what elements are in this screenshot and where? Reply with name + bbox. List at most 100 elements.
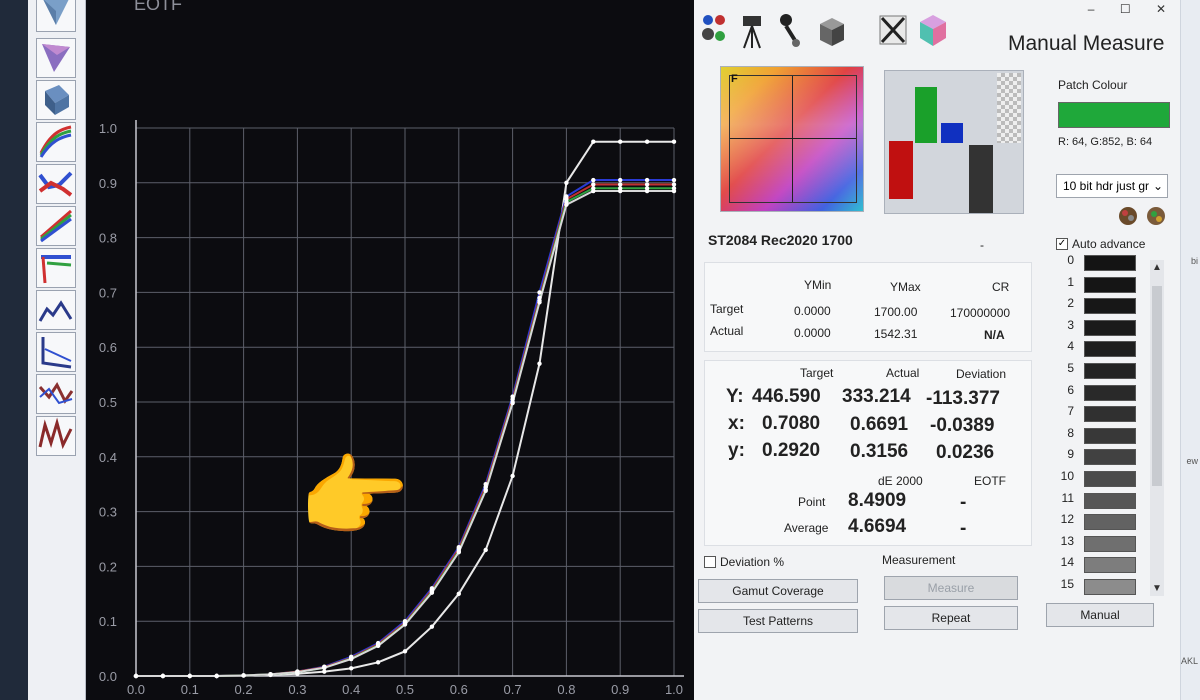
patch-swatch: [1084, 406, 1136, 423]
close-button[interactable]: ✕: [1156, 2, 1166, 16]
patch-list[interactable]: 0 1 2 3 4 5 6 7 8 9 10 11 12 13 14 15: [1054, 253, 1158, 601]
rgb-balance-icon[interactable]: [36, 122, 76, 162]
de-header: dE 2000: [878, 474, 923, 488]
data-point: [671, 182, 677, 187]
measure-x-deviation: -0.0389: [930, 415, 995, 436]
measure-label-x: x:: [728, 413, 745, 434]
data-point: [322, 665, 327, 670]
deviation-icon[interactable]: [36, 332, 76, 372]
patch-number: 4: [1067, 339, 1074, 354]
profile-name: ST2084 Rec2020 1700: [708, 232, 853, 248]
delta-e-icon[interactable]: [36, 290, 76, 330]
scroll-up-icon[interactable]: ▲: [1152, 262, 1162, 273]
range-header-ymax: YMax: [890, 280, 921, 294]
deviation-pct-checkbox[interactable]: [704, 556, 716, 568]
data-point: [644, 139, 650, 144]
rgb-error-icon[interactable]: [36, 164, 76, 204]
test-patterns-button[interactable]: Test Patterns: [698, 609, 858, 633]
data-point: [537, 361, 542, 366]
patch-row[interactable]: 15: [1054, 577, 1154, 597]
eotf-header: EOTF: [974, 474, 1006, 488]
x-tick-label: 0.2: [235, 682, 253, 697]
patch-row[interactable]: 12: [1054, 512, 1154, 532]
patch-row[interactable]: 7: [1054, 404, 1154, 424]
patch-row[interactable]: 10: [1054, 469, 1154, 489]
measure-y-actual: 0.3156: [850, 441, 909, 462]
scroll-down-icon[interactable]: ▼: [1152, 583, 1162, 594]
data-point: [214, 673, 219, 679]
edge-text: bi: [1190, 256, 1198, 266]
data-point: [644, 188, 650, 194]
data-point: [537, 290, 542, 295]
patch-row[interactable]: 5: [1054, 361, 1154, 381]
gamma-icon[interactable]: [36, 206, 76, 246]
range-header-cr: CR: [992, 280, 1010, 294]
x-tick-label: 0.8: [557, 682, 575, 697]
scroll-thumb[interactable]: [1152, 286, 1162, 486]
data-point: [537, 300, 542, 305]
cube-icon[interactable]: [36, 80, 76, 120]
pointing-hand-icon: 👉: [298, 448, 410, 548]
patch-row[interactable]: 1: [1054, 275, 1154, 295]
repeat-button[interactable]: Repeat: [884, 606, 1018, 630]
data-point: [429, 590, 435, 595]
chart-icon[interactable]: [36, 416, 76, 456]
patch-row[interactable]: 13: [1054, 534, 1154, 554]
patch-row[interactable]: 3: [1054, 318, 1154, 338]
gamut-coverage-button[interactable]: Gamut Coverage: [698, 579, 858, 603]
auto-advance-checkbox[interactable]: ✓: [1056, 238, 1068, 250]
target-dropdown[interactable]: 10 bit hdr just gr ⌄: [1056, 174, 1168, 198]
minimize-button[interactable]: –: [1088, 2, 1095, 16]
patch-row[interactable]: 8: [1054, 426, 1154, 446]
patch-row[interactable]: 0: [1054, 253, 1154, 273]
patch-list-scrollbar[interactable]: ▲ ▼: [1150, 260, 1164, 596]
patch-colour-label: Patch Colour: [1058, 78, 1128, 92]
colour-cube-icon[interactable]: [918, 10, 948, 50]
data-point: [618, 139, 623, 144]
palette-edit-icon[interactable]: [1144, 204, 1168, 228]
range-target-ymax: 1700.00: [874, 305, 918, 319]
eotf-icon[interactable]: [36, 248, 76, 288]
data-point: [187, 673, 192, 679]
patch-row[interactable]: 9: [1054, 447, 1154, 467]
range-header-ymin: YMin: [804, 278, 832, 292]
checker-bar: [997, 73, 1021, 143]
cube-stack-icon[interactable]: [816, 10, 846, 50]
patch-row[interactable]: 14: [1054, 555, 1154, 575]
gamut-triangle-icon[interactable]: [36, 38, 76, 78]
patch-swatch: [1084, 298, 1136, 315]
data-point: [483, 547, 488, 553]
patch-number: 8: [1067, 425, 1074, 440]
patch-row[interactable]: 11: [1054, 491, 1154, 511]
patch-number: 11: [1061, 490, 1074, 505]
patch-row[interactable]: 2: [1054, 296, 1154, 316]
window-controls: – ☐ ✕: [1066, 2, 1166, 16]
patch-row[interactable]: 6: [1054, 383, 1154, 403]
maximize-button[interactable]: ☐: [1120, 2, 1131, 16]
cancel-probe-icon[interactable]: [878, 10, 908, 50]
manual-button[interactable]: Manual: [1046, 603, 1154, 627]
profile-dash: -: [980, 238, 984, 252]
gamut-marker: F: [731, 73, 738, 85]
eotf-point-value: -: [960, 492, 967, 513]
y-tick-label: 0.8: [99, 231, 117, 246]
tripod-meter-icon[interactable]: [738, 10, 768, 50]
measure-Y-deviation: -113.377: [926, 388, 1000, 409]
y-tick-label: 0.0: [99, 669, 117, 684]
palette-icon[interactable]: [1116, 204, 1140, 228]
probe-icon[interactable]: [776, 10, 806, 50]
x-tick-label: 0.7: [504, 682, 522, 697]
patch-number: 6: [1067, 382, 1074, 397]
patch-row[interactable]: 4: [1054, 339, 1154, 359]
deviation-pct-label: Deviation %: [720, 555, 785, 569]
de-row-label: Average: [784, 521, 829, 535]
x-tick-label: 0.0: [127, 682, 145, 697]
luminance-icon[interactable]: [36, 0, 76, 32]
colour-spheres-icon[interactable]: [700, 10, 730, 50]
patch-swatch: [1084, 319, 1136, 336]
range-target-ymin: 0.0000: [794, 304, 831, 318]
edge-text: ew: [1186, 456, 1198, 466]
measure-button[interactable]: Measure: [884, 576, 1018, 600]
graph-icon[interactable]: [36, 374, 76, 414]
x-tick-label: 0.1: [181, 682, 199, 697]
